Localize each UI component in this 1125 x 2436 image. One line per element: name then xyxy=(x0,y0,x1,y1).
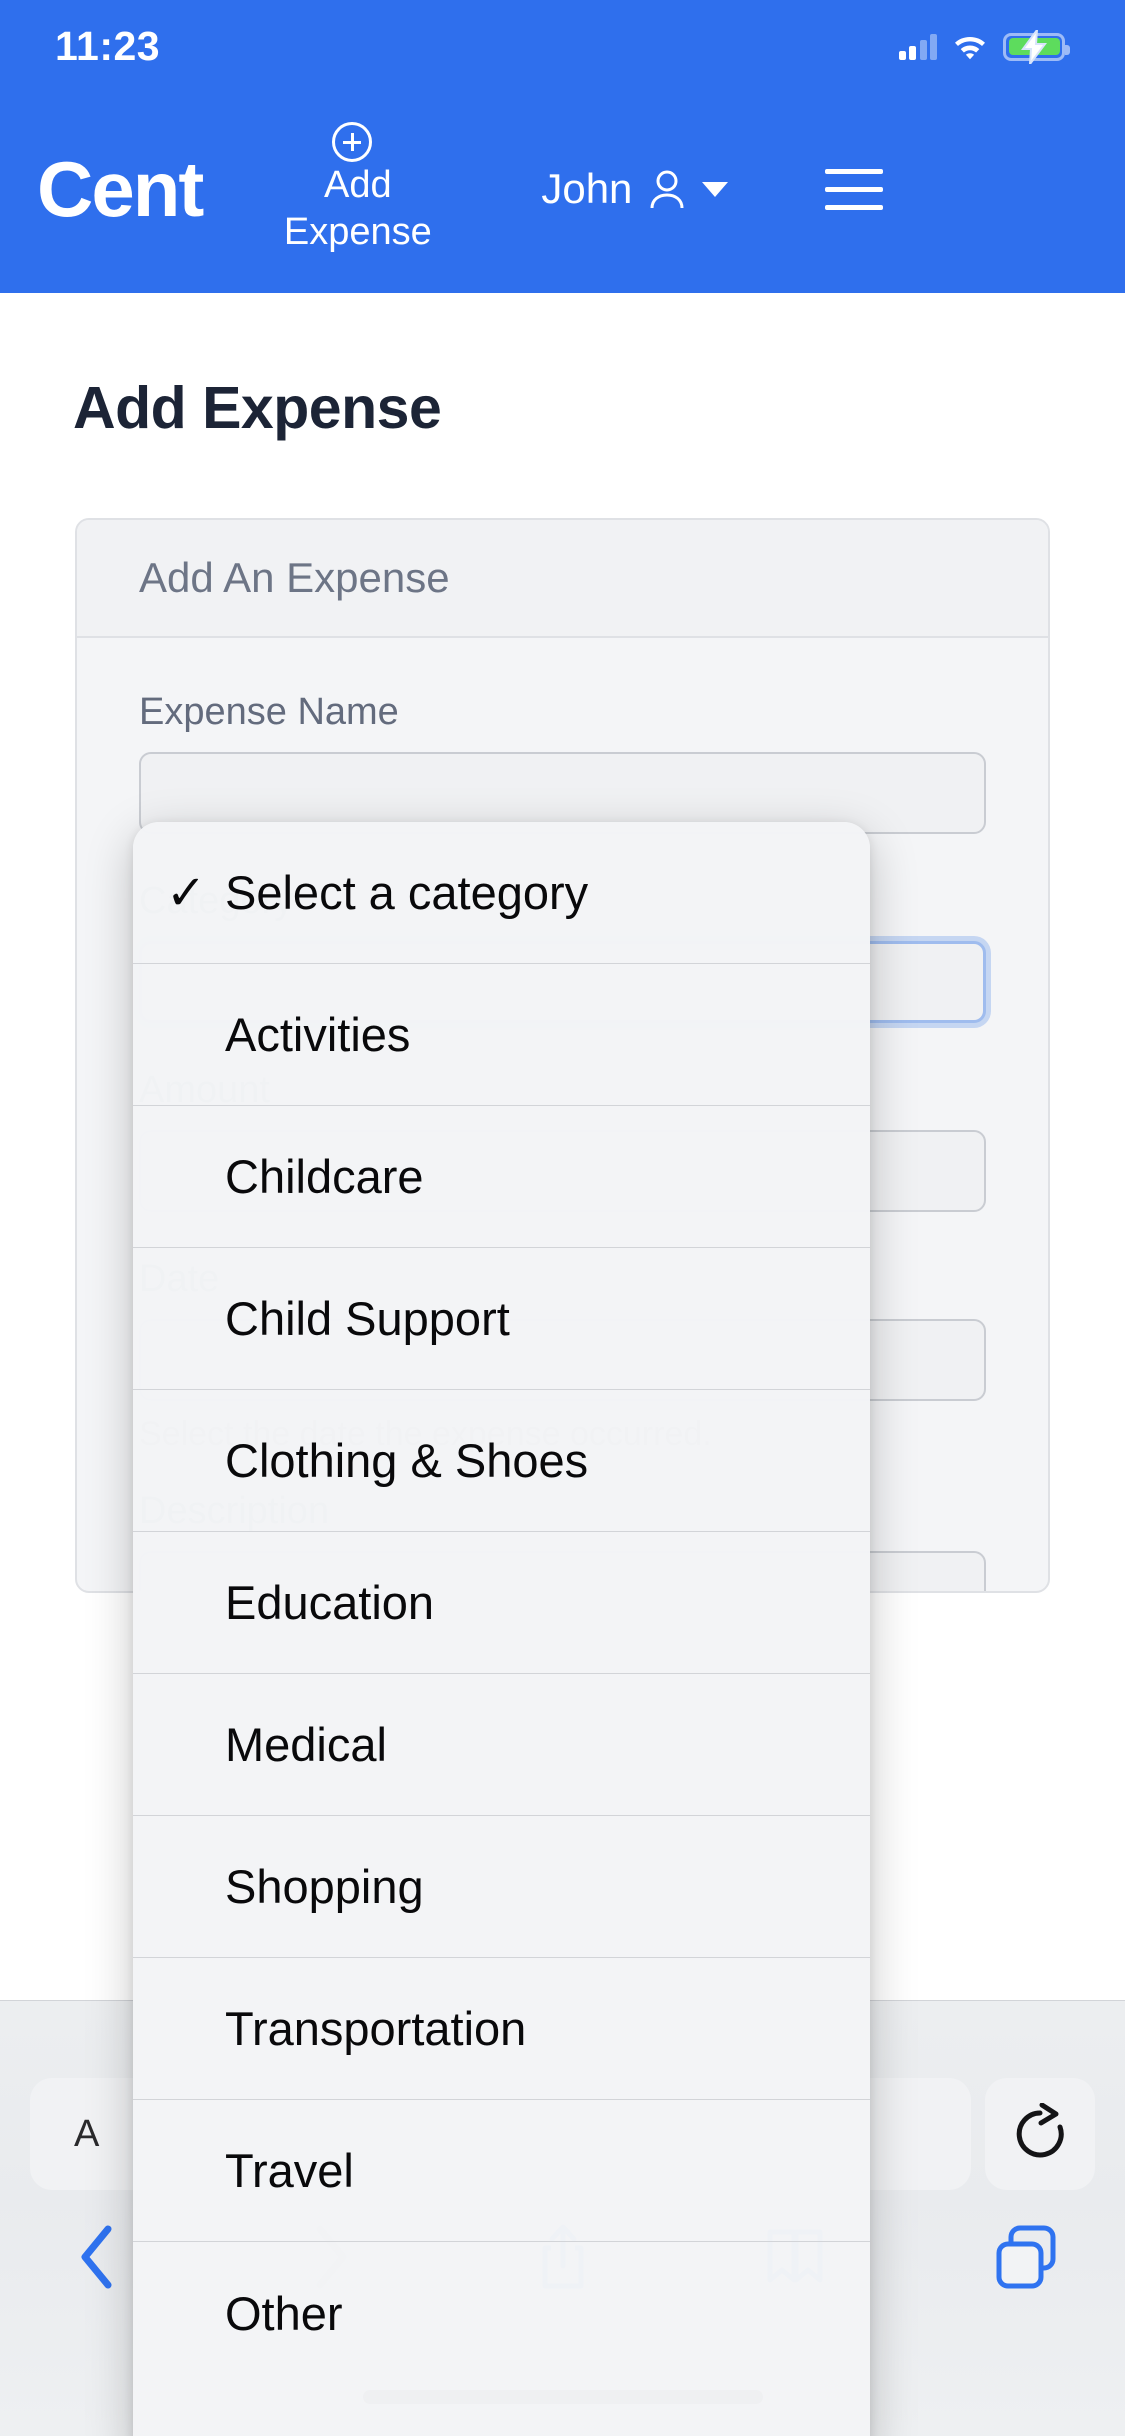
status-time: 11:23 xyxy=(55,23,161,69)
popover-option-label: Transportation xyxy=(225,2002,527,2055)
popover-option[interactable]: Transportation xyxy=(133,1958,870,2100)
category-select-popover[interactable]: ✓ Select a category Activities Childcare… xyxy=(133,822,870,2436)
popover-option[interactable]: Activities xyxy=(133,964,870,1106)
plus-circle-icon xyxy=(331,121,372,162)
chevron-left-icon xyxy=(81,2225,112,2289)
chevron-down-icon xyxy=(702,181,729,197)
user-name-label: John xyxy=(541,165,633,212)
popover-option[interactable]: Education xyxy=(133,1532,870,1674)
popover-option-label: Education xyxy=(225,1576,435,1629)
popover-option-label: Childcare xyxy=(225,1150,424,1203)
popover-option-label: Travel xyxy=(225,2144,354,2197)
popover-option-label: Clothing & Shoes xyxy=(225,1434,589,1487)
field-label: Expense Name xyxy=(139,691,399,733)
popover-option[interactable]: Medical xyxy=(133,1674,870,1816)
checkmark-icon: ✓ xyxy=(166,866,207,920)
page-title: Add Expense xyxy=(73,375,442,441)
popover-option-label: Shopping xyxy=(225,1860,424,1913)
status-indicators xyxy=(898,29,1070,64)
popover-option-label: Other xyxy=(225,2286,343,2340)
user-menu-button[interactable]: John xyxy=(541,165,729,213)
popover-option[interactable]: Travel xyxy=(133,2100,870,2242)
back-button[interactable] xyxy=(66,2221,130,2293)
popover-option[interactable]: Other xyxy=(133,2242,870,2384)
app-logo[interactable]: Cent xyxy=(37,150,204,228)
tabs-button[interactable] xyxy=(995,2221,1059,2293)
hamburger-menu-icon[interactable] xyxy=(825,168,884,210)
app-header: Cent Add Expense John xyxy=(0,85,1125,293)
status-bar: 11:23 xyxy=(0,0,1125,85)
popover-option-label: Medical xyxy=(225,1718,387,1771)
add-expense-label: Add Expense xyxy=(283,163,432,254)
battery-charging-icon xyxy=(1003,29,1070,64)
person-icon xyxy=(650,170,684,209)
tabs-icon xyxy=(996,2225,1056,2289)
popover-option[interactable]: ✓ Select a category xyxy=(133,822,870,964)
popover-option[interactable]: Shopping xyxy=(133,1816,870,1958)
popover-option-label: Select a category xyxy=(225,866,589,919)
form-field-expense-name: Expense Name xyxy=(139,691,986,834)
popover-option-label: Activities xyxy=(225,1008,411,1061)
cellular-signal-icon xyxy=(898,33,937,60)
popover-option-label: Child Support xyxy=(225,1292,510,1345)
popover-option[interactable]: Child Support xyxy=(133,1248,870,1390)
popover-option[interactable]: Childcare xyxy=(133,1106,870,1248)
add-expense-button[interactable]: Add Expense xyxy=(250,121,465,257)
reload-button[interactable] xyxy=(985,2078,1095,2190)
reload-icon xyxy=(1016,2103,1064,2158)
screen-root: 11:23 Cent Add Expense John Add Expense … xyxy=(0,0,1125,2436)
wifi-icon xyxy=(955,36,985,59)
popover-option[interactable]: Clothing & Shoes xyxy=(133,1390,870,1532)
card-heading: Add An Expense xyxy=(77,520,1048,638)
